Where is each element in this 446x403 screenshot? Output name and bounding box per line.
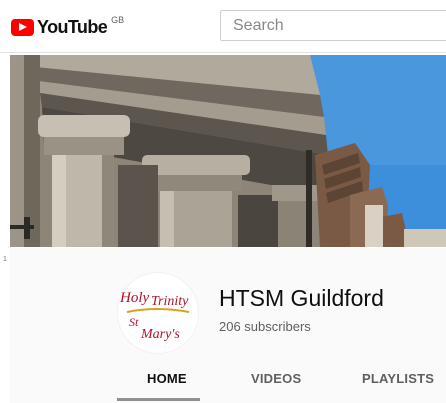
search-box[interactable] [220, 10, 446, 41]
channel-logo: Holy Trinity St Mary's [119, 290, 190, 342]
search-input[interactable] [221, 11, 433, 40]
top-bar: YouTube GB [0, 0, 446, 53]
channel-header: Holy Trinity St Mary's HTSM Guildford 20… [10, 248, 446, 403]
country-code: GB [111, 15, 125, 25]
banner-image [10, 55, 446, 247]
youtube-wordmark: YouTube [37, 17, 108, 37]
margin-mark: 1 [3, 256, 7, 263]
avatar-word-4: Mary's [140, 327, 180, 342]
avatar-word-2: Trinity [151, 294, 189, 309]
youtube-channel-page: YouTube GB Search 1 Holy Trinity St Mary… [0, 0, 446, 403]
channel-name: HTSM Guildford [219, 285, 384, 311]
tab-playlists[interactable]: PLAYLISTS [362, 371, 434, 386]
youtube-play-icon [11, 19, 34, 36]
youtube-logo[interactable]: YouTube GB [11, 15, 125, 39]
avatar-word-1: Holy [119, 290, 150, 306]
avatar-word-3: St [129, 315, 139, 329]
channel-banner [10, 55, 446, 247]
tab-home[interactable]: HOME [147, 371, 187, 386]
selected-tab-indicator [117, 398, 200, 401]
tab-videos[interactable]: VIDEOS [251, 371, 301, 386]
channel-avatar[interactable]: Holy Trinity St Mary's [117, 272, 199, 354]
subscriber-count: 206 subscribers [219, 319, 311, 334]
